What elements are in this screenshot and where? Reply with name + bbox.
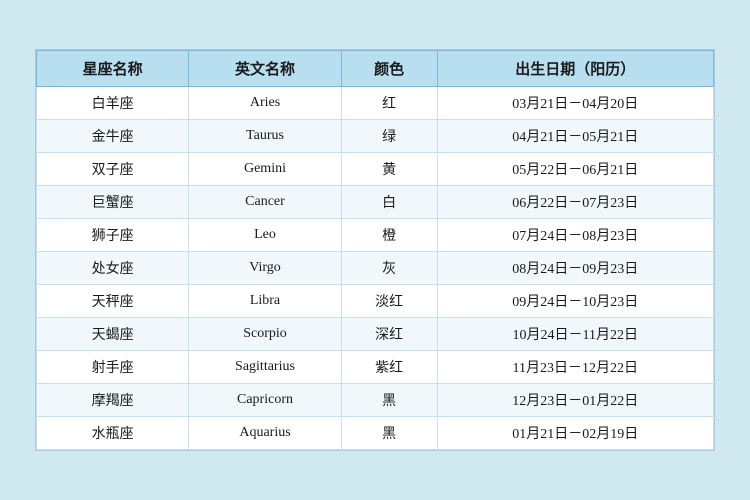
cell-dates: 07月24日－08月23日: [437, 219, 713, 252]
cell-chinese: 巨蟹座: [37, 186, 189, 219]
cell-color: 淡红: [341, 285, 437, 318]
table-row: 天蝎座Scorpio深红10月24日－11月22日: [37, 318, 714, 351]
cell-color: 白: [341, 186, 437, 219]
cell-english: Aquarius: [189, 417, 341, 450]
cell-dates: 06月22日－07月23日: [437, 186, 713, 219]
cell-dates: 10月24日－11月22日: [437, 318, 713, 351]
table-row: 天秤座Libra淡红09月24日－10月23日: [37, 285, 714, 318]
cell-chinese: 狮子座: [37, 219, 189, 252]
cell-dates: 12月23日－01月22日: [437, 384, 713, 417]
cell-english: Gemini: [189, 153, 341, 186]
table-row: 白羊座Aries红03月21日－04月20日: [37, 87, 714, 120]
cell-chinese: 处女座: [37, 252, 189, 285]
cell-dates: 05月22日－06月21日: [437, 153, 713, 186]
cell-chinese: 天秤座: [37, 285, 189, 318]
table-row: 摩羯座Capricorn黑12月23日－01月22日: [37, 384, 714, 417]
cell-color: 黑: [341, 417, 437, 450]
table-row: 巨蟹座Cancer白06月22日－07月23日: [37, 186, 714, 219]
zodiac-table-container: 星座名称 英文名称 颜色 出生日期（阳历） 白羊座Aries红03月21日－04…: [35, 49, 715, 451]
cell-color: 黄: [341, 153, 437, 186]
cell-color: 灰: [341, 252, 437, 285]
zodiac-table: 星座名称 英文名称 颜色 出生日期（阳历） 白羊座Aries红03月21日－04…: [36, 50, 714, 450]
table-header-row: 星座名称 英文名称 颜色 出生日期（阳历）: [37, 51, 714, 87]
table-row: 水瓶座Aquarius黑01月21日－02月19日: [37, 417, 714, 450]
cell-dates: 03月21日－04月20日: [437, 87, 713, 120]
cell-dates: 09月24日－10月23日: [437, 285, 713, 318]
cell-chinese: 摩羯座: [37, 384, 189, 417]
cell-dates: 08月24日－09月23日: [437, 252, 713, 285]
cell-color: 紫红: [341, 351, 437, 384]
cell-chinese: 天蝎座: [37, 318, 189, 351]
cell-color: 黑: [341, 384, 437, 417]
col-header-color: 颜色: [341, 51, 437, 87]
cell-color: 绿: [341, 120, 437, 153]
cell-chinese: 双子座: [37, 153, 189, 186]
cell-color: 深红: [341, 318, 437, 351]
cell-dates: 04月21日－05月21日: [437, 120, 713, 153]
cell-chinese: 水瓶座: [37, 417, 189, 450]
cell-english: Cancer: [189, 186, 341, 219]
cell-english: Scorpio: [189, 318, 341, 351]
cell-english: Sagittarius: [189, 351, 341, 384]
cell-chinese: 金牛座: [37, 120, 189, 153]
table-row: 双子座Gemini黄05月22日－06月21日: [37, 153, 714, 186]
cell-english: Capricorn: [189, 384, 341, 417]
cell-english: Aries: [189, 87, 341, 120]
table-row: 狮子座Leo橙07月24日－08月23日: [37, 219, 714, 252]
table-row: 射手座Sagittarius紫红11月23日－12月22日: [37, 351, 714, 384]
cell-dates: 01月21日－02月19日: [437, 417, 713, 450]
cell-chinese: 射手座: [37, 351, 189, 384]
cell-english: Leo: [189, 219, 341, 252]
cell-chinese: 白羊座: [37, 87, 189, 120]
cell-english: Taurus: [189, 120, 341, 153]
cell-color: 橙: [341, 219, 437, 252]
table-body: 白羊座Aries红03月21日－04月20日金牛座Taurus绿04月21日－0…: [37, 87, 714, 450]
cell-english: Virgo: [189, 252, 341, 285]
cell-english: Libra: [189, 285, 341, 318]
cell-dates: 11月23日－12月22日: [437, 351, 713, 384]
col-header-chinese: 星座名称: [37, 51, 189, 87]
table-row: 处女座Virgo灰08月24日－09月23日: [37, 252, 714, 285]
col-header-english: 英文名称: [189, 51, 341, 87]
table-row: 金牛座Taurus绿04月21日－05月21日: [37, 120, 714, 153]
col-header-dates: 出生日期（阳历）: [437, 51, 713, 87]
cell-color: 红: [341, 87, 437, 120]
